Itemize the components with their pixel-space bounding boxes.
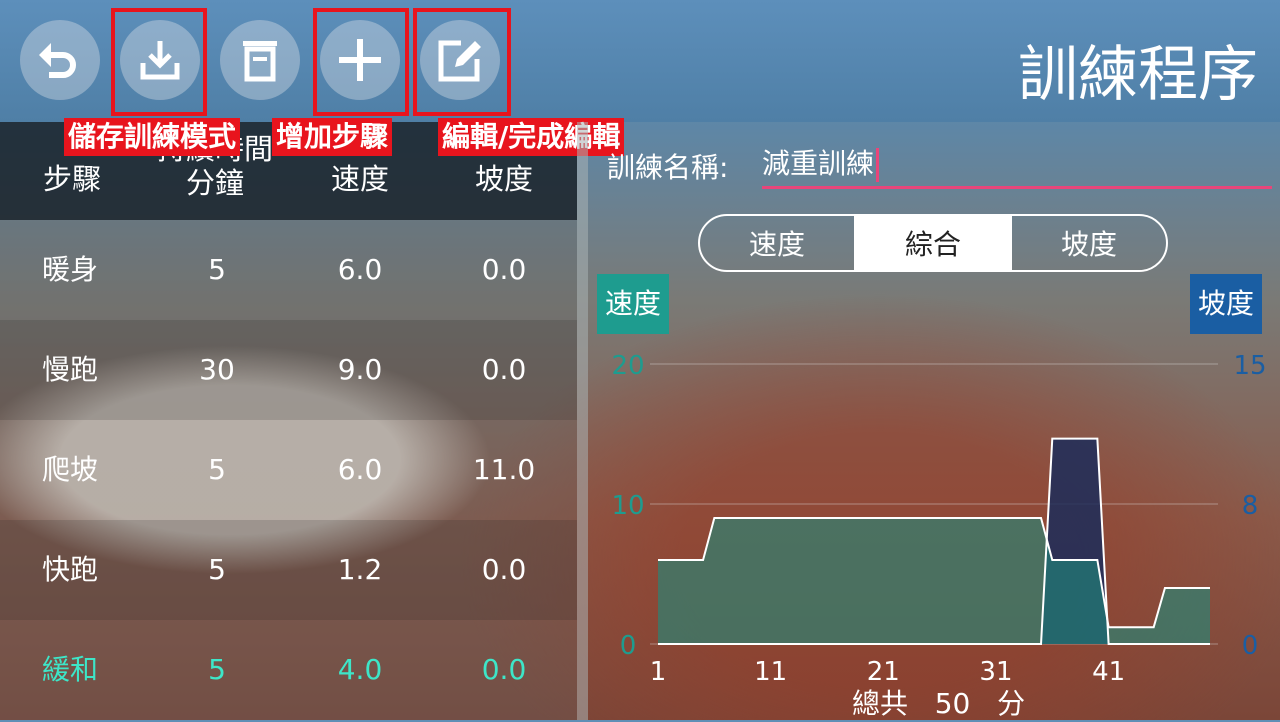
- step-speed: 9.0: [337, 353, 383, 386]
- step-duration: 5: [208, 553, 226, 586]
- x-tick-label: 11: [754, 657, 787, 687]
- left-tick-label: 10: [611, 491, 644, 521]
- total-duration: 總共 50 分: [852, 682, 1025, 722]
- header-duration-line2: 分鐘: [185, 166, 244, 200]
- table-row[interactable]: 爬坡 5 6.0 11.0: [0, 420, 577, 520]
- step-incline: 0.0: [481, 553, 527, 586]
- x-tick-label: 41: [1092, 657, 1125, 687]
- delete-button[interactable]: [220, 20, 300, 100]
- table-row[interactable]: 暖身 5 6.0 0.0: [0, 220, 577, 320]
- step-name: 慢跑: [41, 353, 98, 386]
- speed-area: [658, 518, 1210, 644]
- add-callout-label: 增加步驟: [272, 118, 393, 156]
- panel-divider: [577, 122, 588, 720]
- total-label: 總共: [852, 687, 909, 720]
- x-tick-label: 1: [650, 657, 667, 687]
- step-duration: 5: [208, 253, 226, 286]
- back-button[interactable]: [20, 20, 100, 100]
- step-incline: 11.0: [472, 453, 536, 486]
- right-tick-label: 15: [1233, 351, 1266, 381]
- header-step: 步驟: [42, 162, 101, 196]
- step-incline: 0.0: [481, 653, 527, 686]
- step-speed: 6.0: [337, 253, 383, 286]
- page-title: 訓練程序: [1018, 40, 1258, 110]
- step-name: 暖身: [41, 253, 98, 286]
- step-name: 爬坡: [41, 453, 98, 486]
- workout-chart: 0 010 820 151 11 21 31 41: [611, 351, 1266, 687]
- table-row-selected[interactable]: 緩和 5 4.0 0.0: [0, 620, 577, 720]
- workout-name-label: 訓練名稱:: [607, 151, 729, 184]
- left-tick-label: 0: [620, 631, 637, 661]
- right-tick-label: 0: [1242, 631, 1259, 661]
- step-name: 快跑: [41, 553, 98, 586]
- edit-highlight-box: [413, 8, 511, 116]
- chart-mode-toggle: 速度 綜合 坡度: [698, 214, 1168, 272]
- step-speed: 6.0: [337, 453, 383, 486]
- total-unit: 分: [997, 687, 1026, 720]
- tab-speed[interactable]: 速度: [700, 216, 854, 270]
- right-tick-label: 8: [1242, 491, 1259, 521]
- step-incline: 0.0: [481, 253, 527, 286]
- table-row[interactable]: 慢跑 30 9.0 0.0: [0, 320, 577, 420]
- left-tick-label: 20: [611, 351, 644, 381]
- steps-table: 步驟 持續時間 分鐘 速度 坡度 暖身 5 6.0 0.0 慢跑 30 9.0 …: [0, 122, 577, 720]
- total-value: 50: [934, 687, 971, 720]
- step-speed: 1.2: [337, 553, 383, 586]
- speed-axis-badge: 速度: [597, 274, 670, 334]
- save-highlight-box: [111, 8, 207, 116]
- header-incline: 坡度: [474, 162, 533, 196]
- edit-callout-label: 編輯/完成編輯: [438, 118, 625, 156]
- tab-combined[interactable]: 綜合: [854, 216, 1010, 270]
- table-row[interactable]: 快跑 5 1.2 0.0: [0, 520, 577, 620]
- workout-name-value: 減重訓練: [762, 147, 875, 180]
- step-duration: 5: [208, 453, 226, 486]
- add-highlight-box: [313, 8, 409, 116]
- step-speed: 4.0: [337, 653, 383, 686]
- step-duration: 5: [208, 653, 226, 686]
- step-incline: 0.0: [481, 353, 527, 386]
- step-name: 緩和: [41, 653, 98, 686]
- workout-name-input[interactable]: 減重訓練: [762, 142, 1272, 189]
- header-speed: 速度: [330, 162, 389, 196]
- incline-axis-badge: 坡度: [1190, 274, 1263, 334]
- trash-icon: [243, 41, 277, 82]
- tab-incline[interactable]: 坡度: [1010, 216, 1166, 270]
- save-callout-label: 儲存訓練模式: [64, 118, 241, 156]
- text-caret: [876, 148, 880, 182]
- back-arrow-icon: [39, 43, 76, 78]
- step-duration: 30: [199, 353, 235, 386]
